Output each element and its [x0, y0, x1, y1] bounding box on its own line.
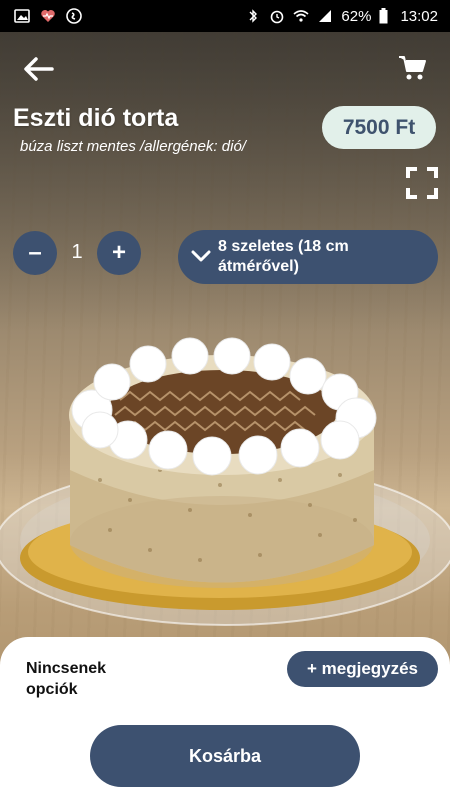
- alarm-icon: [271, 10, 284, 24]
- shazam-icon: [66, 8, 82, 24]
- battery-percent: 62%: [341, 7, 372, 25]
- back-arrow-icon[interactable]: [22, 55, 54, 83]
- size-select-label: 8 szeletes (18 cm átmérővel): [218, 238, 349, 275]
- add-to-cart-button[interactable]: Kosárba: [90, 725, 360, 787]
- bluetooth-icon: [249, 9, 258, 23]
- battery-icon: [379, 8, 388, 24]
- no-options-text: Nincsenek opciók: [26, 660, 107, 698]
- quantity-value: 1: [71, 241, 83, 263]
- product-title: Eszti dió torta: [13, 104, 179, 132]
- wifi-icon: [293, 10, 309, 22]
- bottom-panel: Nincsenek opciók + megjegyzés Kosárba: [0, 637, 450, 800]
- fullscreen-icon[interactable]: [406, 167, 438, 199]
- heart-monitor-icon: [41, 10, 55, 22]
- quantity-increase-button[interactable]: +: [97, 231, 141, 275]
- clock: 13:02: [400, 7, 438, 25]
- status-bar: 62% 13:02: [0, 0, 450, 32]
- signal-icon: [319, 10, 332, 22]
- price-badge: 7500 Ft: [322, 106, 436, 149]
- product-subtitle: búza liszt mentes /allergének: dió/: [20, 138, 246, 155]
- size-select[interactable]: 8 szeletes (18 cm átmérővel): [178, 230, 438, 284]
- add-note-button[interactable]: + megjegyzés: [287, 651, 438, 687]
- image-icon: [14, 9, 30, 23]
- cart-icon[interactable]: [398, 55, 428, 81]
- chevron-down-icon: [191, 250, 211, 262]
- quantity-decrease-button[interactable]: –: [13, 231, 57, 275]
